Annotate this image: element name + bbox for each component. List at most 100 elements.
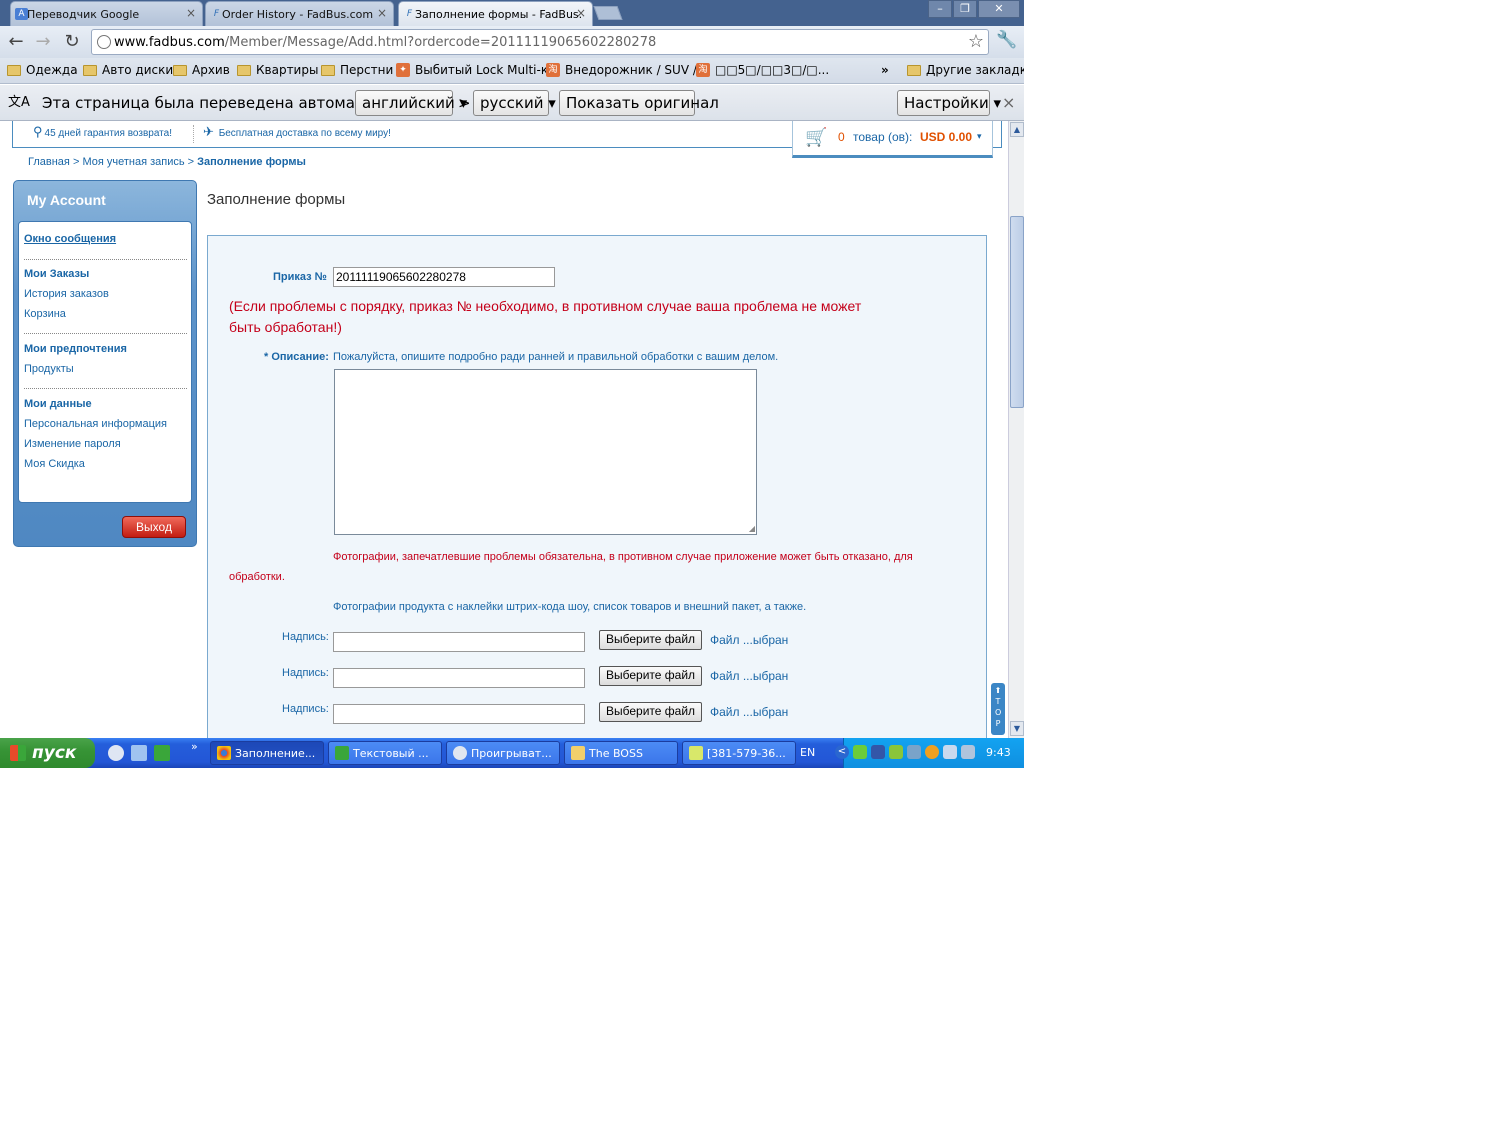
sidebar-item-discount[interactable]: Моя Скидка	[24, 458, 85, 470]
scroll-thumb[interactable]	[1010, 216, 1024, 408]
caption-input[interactable]	[333, 632, 585, 652]
close-tab-icon[interactable]: ×	[377, 6, 387, 20]
order-number-input[interactable]	[333, 267, 555, 287]
show-original-button[interactable]: Показать оригинал	[559, 90, 719, 116]
caption-label: Надпись:	[282, 631, 329, 643]
choose-file-button[interactable]: Выберите файл	[599, 630, 703, 650]
language-indicator[interactable]: EN	[800, 746, 815, 759]
promo-text: Бесплатная доставка по всему миру!	[218, 128, 391, 139]
tray-app-icon[interactable]	[853, 745, 867, 759]
reload-icon[interactable]: ↻	[61, 31, 83, 53]
tray-app-icon[interactable]	[889, 745, 903, 759]
sidebar-item-products[interactable]: Продукты	[24, 363, 74, 375]
media-player-icon	[453, 746, 467, 760]
minimize-button[interactable]: –	[928, 0, 952, 18]
bookmark-item[interactable]: Одежда	[7, 63, 78, 77]
start-button[interactable]: пуск	[0, 738, 95, 768]
close-tab-icon[interactable]: ×	[186, 6, 196, 20]
sidebar-item-cart[interactable]: Корзина	[24, 308, 66, 320]
close-window-button[interactable]: ✕	[978, 0, 1020, 18]
target-language-select[interactable]: русский ▾	[473, 90, 556, 116]
tray-app-icon[interactable]	[943, 745, 957, 759]
chevron-down-icon[interactable]: ▾	[977, 131, 982, 142]
choose-file-button[interactable]: Выберите файл	[599, 666, 703, 686]
source-language-select[interactable]: английский ▾	[355, 90, 467, 116]
bookmark-item[interactable]: 淘 Внедорожник / SUV /...	[546, 63, 708, 77]
bookmark-item[interactable]: 淘 □□5□/□□3□/□...	[696, 63, 829, 77]
logout-button[interactable]: Выход	[122, 516, 186, 538]
translate-infobar: 文A Эта страница была переведена автомати…	[0, 85, 1024, 121]
task-media-player[interactable]: Проигрыват...	[446, 741, 560, 765]
bookmark-label: Квартиры	[256, 63, 319, 77]
bookmark-item[interactable]: ✦ Выбитый Lock Multi-к...	[396, 63, 560, 77]
resize-grip-icon[interactable]: ◢	[749, 524, 755, 533]
back-arrow-icon[interactable]: ←	[5, 31, 27, 53]
breadcrumb-home[interactable]: Главная	[28, 156, 70, 168]
task-text-editor[interactable]: Текстовый ...	[328, 741, 442, 765]
caption-label: Надпись:	[282, 667, 329, 679]
caption-input[interactable]	[333, 668, 585, 688]
bookmark-label: Архив	[192, 63, 230, 77]
caption-input[interactable]	[333, 704, 585, 724]
translate-settings-button[interactable]: Настройки ▾	[897, 90, 1001, 116]
bookmark-item[interactable]: Квартиры	[237, 63, 318, 77]
scroll-up-icon[interactable]: ▲	[1010, 122, 1024, 137]
wrench-icon[interactable]: 🔧	[996, 30, 1017, 50]
breadcrumb-separator: >	[187, 156, 195, 168]
bookmark-other[interactable]: Другие закладки	[907, 63, 1024, 77]
restore-button[interactable]: ❐	[953, 0, 977, 18]
bookmark-label: Внедорожник / SUV /...	[565, 63, 709, 77]
description-textarea[interactable]: ◢	[334, 369, 757, 535]
message-form: Приказ № (Если проблемы с порядку, прика…	[207, 235, 987, 738]
sidebar-item-personal-info[interactable]: Персональная информация	[24, 418, 167, 430]
description-hint: Пожалуйста, опишите подробно ради ранней…	[333, 351, 779, 363]
quicklaunch-more-icon[interactable]: »	[191, 740, 198, 753]
tray-collapse-icon[interactable]: <	[835, 745, 849, 759]
sidebar-item-messages[interactable]: Окно сообщения	[24, 233, 116, 245]
task-chrome[interactable]: Заполнение...	[210, 741, 324, 765]
network-icon[interactable]	[871, 745, 885, 759]
notepad-icon	[335, 746, 349, 760]
tab-google-translate[interactable]: A Переводчик Google ×	[10, 1, 203, 26]
bookmark-star-icon[interactable]: ☆	[968, 31, 984, 52]
app-icon	[689, 746, 703, 760]
new-tab-button[interactable]	[593, 6, 623, 20]
tab-fill-form[interactable]: F Заполнение формы - FadBus. ×	[398, 1, 593, 26]
close-tab-icon[interactable]: ×	[576, 6, 586, 20]
scroll-down-icon[interactable]: ▼	[1010, 721, 1024, 736]
breadcrumb-account[interactable]: Моя учетная запись	[82, 156, 184, 168]
task-folder[interactable]: The BOSS	[564, 741, 678, 765]
bookmark-item[interactable]: Авто диски	[83, 63, 173, 77]
fadbus-icon: F	[213, 9, 220, 19]
bookmark-label: Другие закладки	[926, 63, 1024, 77]
start-label: пуск	[32, 743, 77, 763]
cart-summary[interactable]: 🛒 0 товар (ов): USD 0.00 ▾	[792, 121, 993, 158]
vertical-scrollbar[interactable]: ▲ ▼	[1008, 121, 1024, 738]
tray-app-icon[interactable]	[907, 745, 921, 759]
task-calendar[interactable]: [381-579-36...	[682, 741, 796, 765]
address-bar[interactable]: www.fadbus.com/Member/Message/Add.html?o…	[91, 29, 989, 55]
divider	[24, 388, 187, 389]
bookmarks-overflow-chevron-icon[interactable]: »	[881, 63, 889, 77]
dropdown-arrow-icon: ▾	[993, 94, 1002, 112]
forward-arrow-icon[interactable]: →	[32, 31, 54, 53]
choose-file-button[interactable]: Выберите файл	[599, 702, 703, 722]
tab-order-history[interactable]: F Order History - FadBus.com ×	[205, 1, 394, 26]
arrow-up-icon: ⬆	[994, 686, 1002, 695]
show-desktop-icon[interactable]	[131, 745, 147, 761]
utorrent-icon[interactable]	[154, 745, 170, 761]
media-player-icon[interactable]	[108, 745, 124, 761]
select-value: Настройки	[904, 94, 989, 112]
bookmark-item[interactable]: Перстни	[321, 63, 393, 77]
task-label: [381-579-36...	[707, 747, 786, 760]
volume-icon[interactable]	[961, 745, 975, 759]
back-to-top-button[interactable]: ⬆ TOP	[991, 683, 1005, 735]
close-infobar-icon[interactable]: ×	[1002, 93, 1015, 112]
tray-app-icon[interactable]	[925, 745, 939, 759]
promo-text: 45 дней гарантия возврата!	[44, 128, 172, 139]
bookmark-item[interactable]: Архив	[173, 63, 230, 77]
sidebar-item-change-password[interactable]: Изменение пароля	[24, 438, 121, 450]
translate-arrow: >	[458, 94, 471, 112]
cart-label: товар (ов):	[853, 130, 913, 144]
sidebar-item-order-history[interactable]: История заказов	[24, 288, 109, 300]
